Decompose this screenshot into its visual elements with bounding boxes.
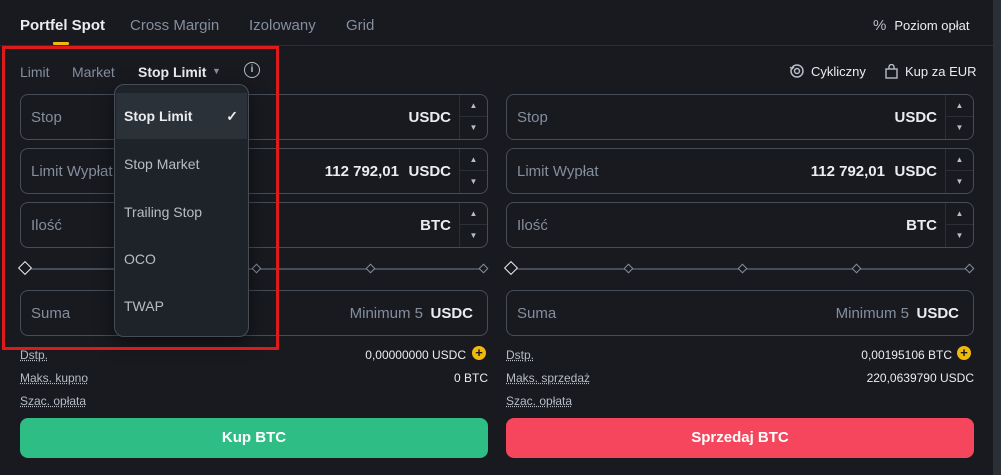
sell-max-label: Maks. sprzedaż [506, 371, 591, 385]
tab-cross-margin[interactable]: Cross Margin [130, 17, 219, 35]
stop-label: Stop [517, 109, 548, 126]
total-placeholder: Minimum 5 [835, 305, 909, 322]
buy-max-label: Maks. kupno [20, 371, 89, 385]
decrement-icon[interactable]: ▼ [460, 171, 487, 193]
sell-available-label: Dstp. [506, 348, 535, 362]
stop-stepper[interactable]: ▲ ▼ [459, 95, 487, 139]
sell-button[interactable]: Sprzedaj BTC [506, 418, 974, 458]
add-funds-icon[interactable]: + [957, 346, 971, 360]
increment-icon[interactable]: ▲ [460, 203, 487, 225]
stop-unit: USDC [408, 109, 451, 126]
shopping-bag-icon [885, 63, 898, 79]
total-placeholder: Minimum 5 [349, 305, 423, 322]
sell-amount-slider[interactable] [503, 260, 975, 276]
slider-mark-25[interactable] [623, 263, 634, 274]
sell-total-field[interactable]: Suma Minimum 5 USDC [506, 290, 974, 336]
sell-max-value: 220,0639790 USDC [866, 371, 974, 385]
total-unit: USDC [430, 305, 473, 322]
increment-icon[interactable]: ▲ [460, 149, 487, 171]
limit-unit: USDC [408, 163, 451, 180]
increment-icon[interactable]: ▲ [460, 95, 487, 117]
highlight-box [2, 46, 279, 350]
limit-value: 112 792,01 [324, 163, 399, 180]
trading-panel: Portfel Spot Cross Margin Izolowany Grid… [0, 0, 993, 475]
total-unit: USDC [916, 305, 959, 322]
amount-unit: BTC [420, 217, 451, 234]
slider-handle[interactable] [503, 260, 519, 276]
sell-amount-field[interactable]: Ilość BTC ▲ ▼ [506, 202, 974, 248]
buy-fee-label: Szac. opłata [20, 394, 87, 408]
sell-available-value: 0,00195106 BTC [861, 348, 952, 362]
decrement-icon[interactable]: ▼ [946, 225, 973, 247]
buy-available-value: 0,00000000 USDC [365, 348, 466, 362]
amount-stepper[interactable]: ▲ ▼ [945, 203, 973, 247]
scrollbar-track[interactable] [993, 0, 1001, 475]
slider-mark-75[interactable] [365, 263, 376, 274]
fee-level-link[interactable]: % Poziom opłat [873, 15, 970, 35]
amount-stepper[interactable]: ▲ ▼ [459, 203, 487, 247]
buy-button[interactable]: Kup BTC [20, 418, 488, 458]
slider-mark-100[interactable] [964, 263, 975, 274]
limit-stepper[interactable]: ▲ ▼ [459, 149, 487, 193]
percent-icon: % [873, 16, 887, 34]
tab-isolated[interactable]: Izolowany [249, 17, 316, 35]
limit-stepper[interactable]: ▲ ▼ [945, 149, 973, 193]
buy-max-value: 0 BTC [453, 371, 488, 385]
fee-level-label: Poziom opłat [894, 17, 970, 33]
buy-with-eur-label: Kup za EUR [905, 63, 977, 79]
buy-with-eur-button[interactable]: Kup za EUR [884, 62, 977, 80]
increment-icon[interactable]: ▲ [946, 95, 973, 117]
decrement-icon[interactable]: ▼ [460, 117, 487, 139]
amount-label: Ilość [517, 217, 548, 234]
tab-grid[interactable]: Grid [346, 17, 374, 35]
amount-unit: BTC [906, 217, 937, 234]
increment-icon[interactable]: ▲ [946, 203, 973, 225]
tab-spot[interactable]: Portfel Spot [20, 17, 105, 35]
sell-stop-price-field[interactable]: Stop USDC ▲ ▼ [506, 94, 974, 140]
slider-mark-75[interactable] [851, 263, 862, 274]
recurring-icon [789, 64, 804, 78]
limit-unit: USDC [894, 163, 937, 180]
limit-label: Limit Wypłat [517, 163, 599, 180]
decrement-icon[interactable]: ▼ [460, 225, 487, 247]
limit-value: 112 792,01 [810, 163, 885, 180]
recurring-label: Cykliczny [811, 63, 866, 79]
add-funds-icon[interactable]: + [472, 346, 486, 360]
decrement-icon[interactable]: ▼ [946, 171, 973, 193]
buy-available-label: Dstp. [20, 348, 49, 362]
stop-stepper[interactable]: ▲ ▼ [945, 95, 973, 139]
decrement-icon[interactable]: ▼ [946, 117, 973, 139]
total-label: Suma [517, 305, 557, 322]
sell-limit-price-field[interactable]: Limit Wypłat 112 792,01 USDC ▲ ▼ [506, 148, 974, 194]
recurring-button[interactable]: Cykliczny [789, 62, 866, 80]
sell-fee-label: Szac. opłata [506, 394, 573, 408]
slider-mark-100[interactable] [478, 263, 489, 274]
stop-unit: USDC [894, 109, 937, 126]
increment-icon[interactable]: ▲ [946, 149, 973, 171]
slider-mark-50[interactable] [737, 263, 748, 274]
